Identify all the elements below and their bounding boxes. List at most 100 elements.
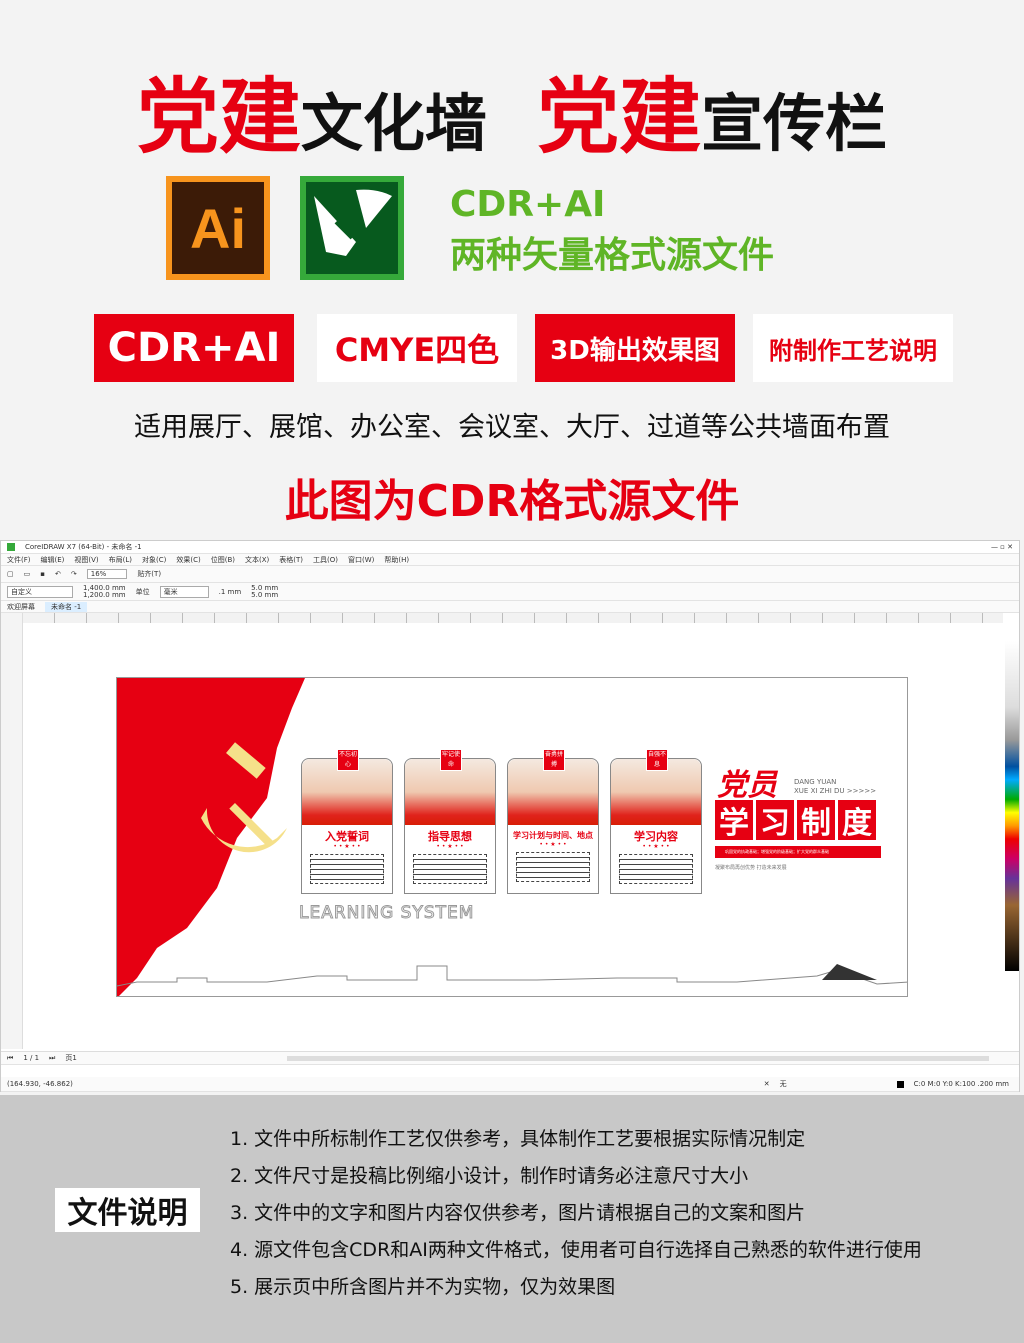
art-slogan: 巩固党的执政基础；增强党的阶级基础；扩大党的群众基础	[715, 846, 881, 858]
menu-item[interactable]: 窗口(W)	[348, 555, 374, 565]
menu-item[interactable]: 视图(V)	[74, 555, 98, 565]
card-title: 指导思想	[428, 830, 472, 843]
property-bar: 自定义 1,400.0 mm 1,200.0 mm 单位 毫米 .1 mm 5.0…	[1, 583, 1019, 601]
menu-item[interactable]: 对象(C)	[142, 555, 166, 565]
document-tabs: 欢迎屏幕 未命名 -1	[1, 601, 1019, 613]
artwork-panel: 不忘初心 入党誓词 • • ★ • • 牢记使命 指导思想 • • ★ • • 奋勇拼搏 学习…	[116, 677, 908, 997]
doc-note-item: 3. 文件中的文字和图片内容仅供参考，图片请根据自己的文案和图片	[230, 1202, 806, 1224]
art-title-char: 度	[838, 800, 876, 841]
title-bar: CoreIDRAW X7 (64-Bit) - 未命名 -1 — ▫ ✕	[1, 541, 1019, 554]
source-note: 此图为CDR格式源文件	[284, 476, 740, 527]
doc-note-item: 5. 展示页中所含图片并不为实物，仅为效果图	[230, 1276, 616, 1298]
coreldraw-icon	[300, 176, 404, 280]
page-height-field[interactable]: 1,200.0 mm	[83, 591, 126, 599]
art-card: 奋勇拼搏学习计划与时间、地点 • • ★ • •	[507, 749, 599, 894]
first-page-icon[interactable]: ⏮	[7, 1054, 13, 1063]
badge-3d: 3D输出效果图	[535, 314, 735, 382]
adobe-illustrator-icon: Ai	[166, 176, 270, 280]
art-title-char: 制	[797, 800, 835, 841]
ai-icon-label: Ai	[172, 182, 264, 274]
doc-notes-label: 文件说明	[55, 1188, 200, 1232]
card-text-block	[619, 854, 693, 884]
page-navigator: ⏮ 1 / 1 ⏭ 页1	[1, 1051, 1019, 1065]
headline-black-1: 文化墙	[300, 87, 487, 160]
menu-item[interactable]: 帮助(H)	[384, 555, 409, 565]
badge-cdr-ai: CDR+AI	[94, 314, 294, 382]
learning-system-text: LEARNING SYSTEM	[298, 903, 475, 924]
undo-icon[interactable]: ↶	[55, 570, 61, 578]
app-icon	[7, 543, 15, 551]
doc-note-item: 2. 文件尺寸是投稿比例缩小设计，制作时请务必注意尺寸大小	[230, 1165, 749, 1187]
headline: 党建文化墙 党建宣传栏	[0, 50, 1024, 169]
card-title: 入党誓词	[325, 830, 369, 843]
star-divider: • • ★ • •	[642, 843, 670, 850]
page-tab[interactable]: 页1	[65, 1053, 76, 1063]
card-title: 学习内容	[634, 830, 678, 843]
menu-item[interactable]: 位图(B)	[211, 555, 235, 565]
card-title: 学习计划与时间、地点	[513, 831, 593, 840]
toolbox[interactable]	[1, 613, 23, 1049]
menu-bar: 文件(F) 编辑(E) 视图(V) 布局(L) 对象(C) 效果(C) 位图(B) 文本(X)…	[1, 554, 1019, 566]
card-text-block	[413, 854, 487, 884]
art-title-char: 习	[756, 800, 794, 841]
card-text-block	[310, 854, 384, 884]
menu-item[interactable]: 文本(X)	[245, 555, 269, 565]
art-card: 牢记使命 指导思想 • • ★ • •	[404, 749, 496, 894]
new-icon[interactable]: ▢	[7, 570, 14, 578]
tab-document[interactable]: 未命名 -1	[45, 601, 88, 612]
drawing-canvas[interactable]: 不忘初心 入党誓词 • • ★ • • 牢记使命 指导思想 • • ★ • • 奋勇拼搏 学习…	[23, 623, 1003, 1049]
zoom-select[interactable]: 16%	[86, 569, 128, 579]
fill-none-icon: ✕	[763, 1080, 770, 1088]
tab-welcome[interactable]: 欢迎屏幕	[7, 602, 35, 612]
menu-item[interactable]: 文件(F)	[7, 555, 31, 565]
horizontal-scrollbar[interactable]	[286, 1055, 989, 1061]
redo-icon[interactable]: ↷	[71, 570, 77, 578]
great-wall-outline	[117, 964, 907, 987]
last-page-icon[interactable]: ⏭	[49, 1054, 55, 1063]
star-divider: • • ★ • •	[539, 841, 567, 848]
card-tag: 奋勇拼搏	[543, 749, 565, 771]
color-palette[interactable]	[1005, 641, 1019, 971]
badge-cmyk: CMYE四色	[317, 314, 517, 382]
menu-item[interactable]: 表格(T)	[279, 555, 303, 565]
art-card: 不忘初心入党誓词 • • ★ • •	[301, 749, 393, 894]
art-subtitle: 凝聚布局再创优势 打造未来发展	[715, 865, 787, 871]
headline-red-2: 党建	[537, 70, 702, 165]
page-counter: 1 / 1	[23, 1054, 40, 1062]
formats-line2: 两种矢量格式源文件	[450, 235, 775, 276]
headline-black-2: 宣传栏	[701, 87, 888, 160]
fill-none-label: 无	[779, 1080, 787, 1088]
outline-status: C:0 M:0 Y:0 K:100 .200 mm	[913, 1080, 1009, 1088]
window-controls[interactable]: — ▫ ✕	[991, 543, 1013, 551]
snap-menu[interactable]: 贴齐(T)	[137, 569, 161, 579]
nudge-field[interactable]: .1 mm	[219, 588, 242, 596]
formats-line1: CDR+AI	[450, 184, 606, 225]
open-icon[interactable]: ▭	[24, 570, 31, 578]
menu-item[interactable]: 编辑(E)	[41, 555, 65, 565]
window-title: CoreIDRAW X7 (64-Bit) - 未命名 -1	[25, 543, 142, 551]
star-divider: • • ★ • •	[333, 843, 361, 850]
doc-note-item: 1. 文件中所标制作工艺仅供参考，具体制作工艺要根据实际情况制定	[230, 1128, 806, 1150]
pinyin-line1: DANG YUAN	[794, 778, 837, 786]
status-bar: (164.930, -46.862) ✕ 无 C:0 M:0 Y:0 K:100…	[1, 1077, 1019, 1092]
pinyin-line2: XUE XI ZHI DU >>>>>	[794, 787, 877, 795]
menu-item[interactable]: 效果(C)	[176, 555, 200, 565]
coreldraw-window: CoreIDRAW X7 (64-Bit) - 未命名 -1 — ▫ ✕ 文件(…	[0, 540, 1020, 1092]
red-flag-shape	[117, 678, 305, 996]
art-card: 自强不息学习内容 • • ★ • •	[610, 749, 702, 894]
card-tag: 不忘初心	[337, 749, 359, 771]
standard-toolbar: ▢ ▭ ▪ ↶ ↷ 16% 贴齐(T)	[1, 566, 1019, 583]
unit-select[interactable]: 毫米	[159, 585, 209, 598]
card-tag: 牢记使命	[440, 749, 462, 771]
menu-item[interactable]: 工具(O)	[313, 555, 338, 565]
page-preset-select[interactable]: 自定义	[7, 585, 73, 598]
headline-red-1: 党建	[136, 70, 301, 165]
usage-text: 适用展厅、展馆、办公室、会议室、大厅、过道等公共墙面布置	[134, 412, 890, 443]
duplicate-y-field[interactable]: 5.0 mm	[251, 591, 278, 599]
unit-label: 单位	[135, 587, 150, 596]
horizontal-ruler[interactable]	[23, 613, 1003, 623]
card-text-block	[516, 852, 590, 882]
card-tag: 自强不息	[646, 749, 668, 771]
menu-item[interactable]: 布局(L)	[109, 555, 132, 565]
save-icon[interactable]: ▪	[40, 570, 45, 578]
